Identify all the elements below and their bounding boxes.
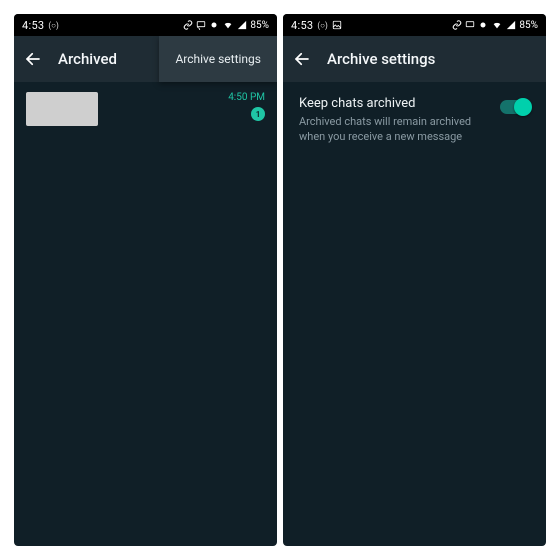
status-clock: 4:53 bbox=[291, 19, 313, 32]
app-bar-settings: Archive settings bbox=[283, 36, 546, 82]
unread-badge: 1 bbox=[251, 107, 265, 121]
chat-avatar-placeholder bbox=[26, 92, 98, 126]
battery-percent: 85% bbox=[519, 20, 538, 31]
back-button[interactable] bbox=[22, 48, 44, 70]
phone-left: 4:53 (○) 85% Archived Archive settings 4… bbox=[14, 14, 277, 546]
status-right: 85% bbox=[452, 20, 538, 31]
phone-right: 4:53 (○) 85% Archive settings Keep chats… bbox=[283, 14, 546, 546]
status-bar: 4:53 (○) 85% bbox=[283, 14, 546, 36]
setting-keep-archived[interactable]: Keep chats archived Archived chats will … bbox=[283, 82, 546, 159]
status-clock: 4:53 bbox=[22, 19, 44, 32]
battery-percent: 85% bbox=[250, 20, 269, 31]
setting-description: Archived chats will remain archived when… bbox=[299, 115, 488, 145]
settings-content: Keep chats archived Archived chats will … bbox=[283, 82, 546, 546]
status-right: 85% bbox=[183, 20, 269, 31]
toggle-thumb bbox=[514, 98, 532, 116]
back-button[interactable] bbox=[291, 48, 313, 70]
status-bar: 4:53 (○) 85% bbox=[14, 14, 277, 36]
recording-indicator-icon: (○) bbox=[48, 21, 58, 30]
status-left: 4:53 (○) bbox=[291, 19, 342, 32]
arrow-left-icon bbox=[293, 50, 311, 68]
arrow-left-icon bbox=[24, 50, 42, 68]
signal-icon bbox=[506, 20, 516, 30]
link-icon bbox=[183, 20, 193, 30]
wifi-icon bbox=[491, 20, 503, 30]
setting-text: Keep chats archived Archived chats will … bbox=[299, 96, 488, 145]
archived-chat-row[interactable]: 4:50 PM 1 bbox=[14, 82, 277, 136]
cast-icon bbox=[465, 20, 475, 30]
toggle-keep-archived[interactable] bbox=[500, 100, 530, 114]
cast-icon bbox=[196, 20, 206, 30]
status-left: 4:53 (○) bbox=[22, 19, 59, 32]
wifi-icon bbox=[222, 20, 234, 30]
menu-item-archive-settings[interactable]: Archive settings bbox=[159, 36, 277, 82]
archived-content: 4:50 PM 1 bbox=[14, 82, 277, 546]
camera-icon bbox=[478, 20, 488, 30]
page-title: Archive settings bbox=[327, 50, 538, 68]
chat-time: 4:50 PM bbox=[228, 92, 265, 103]
signal-icon bbox=[237, 20, 247, 30]
recording-indicator-icon: (○) bbox=[317, 21, 327, 30]
page-title: Archived bbox=[58, 50, 145, 68]
setting-title: Keep chats archived bbox=[299, 96, 488, 111]
image-icon bbox=[332, 20, 342, 30]
camera-icon bbox=[209, 20, 219, 30]
app-bar-archived: Archived Archive settings bbox=[14, 36, 277, 82]
chat-meta: 4:50 PM 1 bbox=[228, 92, 265, 121]
link-icon bbox=[452, 20, 462, 30]
